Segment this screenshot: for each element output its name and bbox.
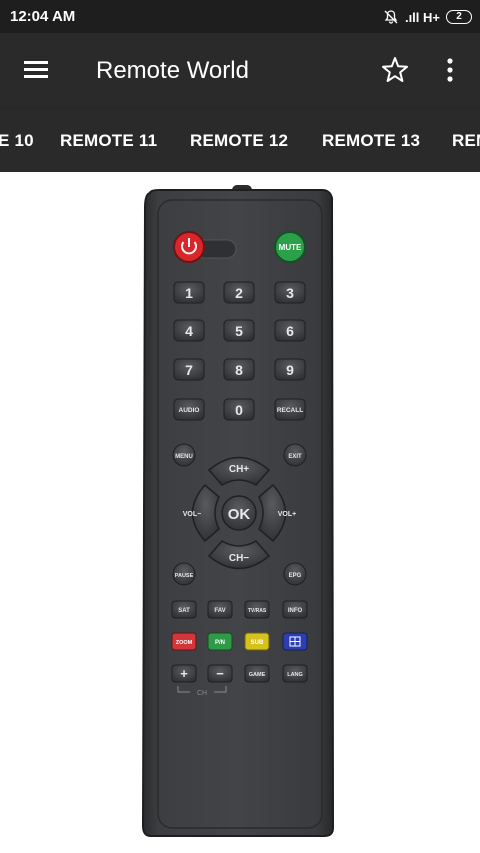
ch-down-label: CH− <box>229 553 249 564</box>
digit-8-label: 8 <box>235 362 243 378</box>
tab-remote-12[interactable]: REMOTE 12 <box>190 131 288 151</box>
audio-label: AUDIO <box>179 407 200 414</box>
tab-remote-11[interactable]: REMOTE 11 <box>60 131 157 151</box>
digit-4-label: 4 <box>185 323 193 339</box>
game-label: GAME <box>249 672 266 678</box>
exit-label: EXIT <box>288 454 302 460</box>
pn-label: P/N <box>215 640 225 646</box>
tab-remote-14[interactable]: REM <box>452 131 480 151</box>
favorite-button[interactable] <box>380 55 410 85</box>
network-signal: .ıll H+ <box>404 9 440 25</box>
status-time: 12:04 AM <box>10 8 76 25</box>
digit-7-label: 7 <box>185 362 193 378</box>
digit-9-label: 9 <box>286 362 294 378</box>
remote-image: MUTE 1 2 3 4 5 6 7 8 9 AUDIO 0 RECALL ME… <box>141 185 335 837</box>
digit-6-label: 6 <box>286 323 294 339</box>
status-bar: 12:04 AM .ıll H+ 2 <box>0 0 480 33</box>
lang-label: LANG <box>287 672 303 678</box>
ch-bracket-label: CH <box>197 690 207 697</box>
ok-label: OK <box>228 506 251 523</box>
tv-ras-label: TV/RAS <box>248 608 267 614</box>
more-options-button[interactable] <box>436 55 464 85</box>
content-area: MUTE 1 2 3 4 5 6 7 8 9 AUDIO 0 RECALL ME… <box>0 172 480 853</box>
status-icons: .ıll H+ 2 <box>383 6 472 28</box>
menu-button[interactable] <box>20 55 54 85</box>
epg-label: EPG <box>289 573 302 579</box>
digit-3-label: 3 <box>286 285 294 301</box>
mute-label: MUTE <box>279 243 302 252</box>
vol-down-label: VOL− <box>183 511 201 518</box>
digit-5-label: 5 <box>235 323 243 339</box>
digit-1-label: 1 <box>185 285 193 301</box>
ch-up-label: CH+ <box>229 464 249 475</box>
info-label: INFO <box>288 608 303 614</box>
tab-remote-13[interactable]: REMOTE 13 <box>322 131 420 151</box>
pause-label: PAUSE <box>175 573 194 579</box>
battery-icon: 2 <box>446 10 472 24</box>
fav-label: FAV <box>214 608 225 614</box>
sat-label: SAT <box>178 608 190 614</box>
bell-off-icon <box>384 10 398 24</box>
app-title: Remote World <box>96 57 249 84</box>
recall-label: RECALL <box>277 407 303 414</box>
tab-bar: E 10 REMOTE 11 REMOTE 12 REMOTE 13 REM <box>0 109 480 172</box>
star-icon <box>382 57 408 82</box>
ch-minus-label: − <box>216 666 224 681</box>
ch-plus-label: + <box>180 666 188 681</box>
menu-key-label: MENU <box>175 454 193 460</box>
digit-0-label: 0 <box>235 402 243 418</box>
more-vert-icon <box>447 58 453 82</box>
zoom-label: ZOOM <box>176 640 193 646</box>
tab-remote-10[interactable]: E 10 <box>0 131 34 151</box>
sub-label: SUB <box>251 640 264 646</box>
app-bar: Remote World <box>0 33 480 109</box>
menu-icon <box>24 61 48 78</box>
vol-up-label: VOL+ <box>278 511 296 518</box>
digit-2-label: 2 <box>235 285 243 301</box>
